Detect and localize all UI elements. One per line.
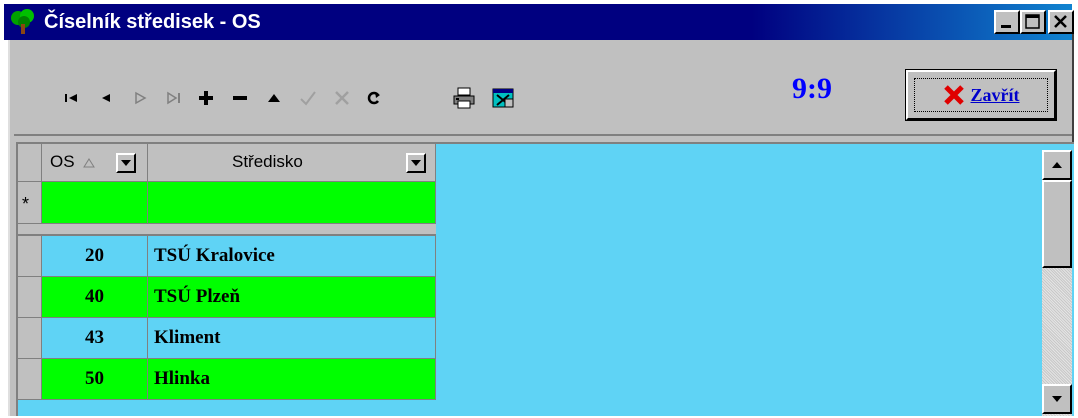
- os-cell[interactable]: 20: [42, 236, 148, 277]
- row-indicator[interactable]: [18, 318, 42, 359]
- maximize-button[interactable]: [1020, 10, 1046, 34]
- stredisko-cell[interactable]: Kliment: [148, 318, 436, 359]
- window-title: Číselník středisek - OS: [44, 11, 261, 33]
- refresh-button[interactable]: [360, 84, 388, 112]
- close-icon: [1054, 15, 1067, 28]
- stredisko-filter-dropdown[interactable]: [406, 153, 426, 173]
- new-row-os-cell[interactable]: [42, 182, 148, 224]
- cancel-icon: [335, 91, 349, 105]
- scroll-thumb[interactable]: [1042, 180, 1072, 268]
- first-record-button[interactable]: [58, 84, 86, 112]
- vertical-scrollbar[interactable]: [1042, 150, 1072, 416]
- chevron-down-icon: [121, 160, 131, 166]
- minimize-icon: [1001, 25, 1011, 28]
- minimize-button[interactable]: [994, 10, 1020, 34]
- column-header-os[interactable]: OS: [42, 144, 148, 182]
- column-header-stredisko[interactable]: Středisko: [148, 144, 436, 182]
- column-os-label: OS: [50, 152, 75, 171]
- export-icon: [492, 88, 514, 108]
- scroll-up-button[interactable]: [1042, 150, 1072, 180]
- os-cell[interactable]: 40: [42, 277, 148, 318]
- add-record-button[interactable]: [192, 84, 220, 112]
- cancel-button[interactable]: [328, 84, 356, 112]
- next-record-icon: [135, 91, 147, 105]
- sort-ascending-icon: [83, 158, 95, 168]
- arrow-up-icon: [1052, 162, 1062, 168]
- record-counter: 9:9: [792, 72, 832, 105]
- add-record-icon: [199, 91, 213, 105]
- previous-record-icon: [102, 94, 110, 102]
- confirm-button[interactable]: [294, 84, 322, 112]
- first-record-icon: [65, 94, 77, 102]
- arrow-down-icon: [1052, 396, 1062, 402]
- row-header-corner: [18, 144, 42, 182]
- edit-record-icon: [268, 94, 280, 102]
- last-record-button[interactable]: [160, 84, 188, 112]
- os-filter-dropdown[interactable]: [116, 153, 136, 173]
- last-record-icon: [167, 91, 180, 105]
- next-record-button[interactable]: [126, 84, 154, 112]
- confirm-icon: [300, 91, 316, 106]
- close-button-label: Zavřít: [970, 84, 1020, 105]
- close-window-button[interactable]: [1048, 10, 1074, 34]
- previous-record-button[interactable]: [92, 84, 120, 112]
- os-cell[interactable]: 50: [42, 359, 148, 400]
- toolbar: 9:9 Zavřít: [14, 44, 1072, 136]
- new-row-indicator[interactable]: *: [18, 182, 42, 224]
- print-icon: [453, 87, 475, 109]
- maximize-icon: [1025, 14, 1040, 29]
- close-button-focus: Zavřít: [914, 78, 1048, 112]
- edit-record-button[interactable]: [260, 84, 288, 112]
- stredisko-cell[interactable]: TSÚ Kralovice: [148, 236, 436, 277]
- row-indicator[interactable]: [18, 236, 42, 277]
- new-row-marker: *: [22, 194, 30, 214]
- row-separator: [18, 224, 436, 236]
- os-cell[interactable]: 43: [42, 318, 148, 359]
- refresh-icon: [367, 91, 380, 105]
- row-indicator[interactable]: [18, 359, 42, 400]
- export-button[interactable]: [490, 84, 518, 112]
- stredisko-cell[interactable]: TSÚ Plzeň: [148, 277, 436, 318]
- print-button[interactable]: [450, 84, 478, 112]
- column-stredisko-label: Středisko: [232, 152, 303, 171]
- delete-record-icon: [233, 96, 247, 100]
- tree-icon: [11, 9, 34, 34]
- red-x-icon: [943, 85, 964, 105]
- chevron-down-icon: [411, 160, 421, 166]
- stredisko-cell[interactable]: Hlinka: [148, 359, 436, 400]
- close-button[interactable]: Zavřít: [905, 69, 1057, 121]
- scroll-down-button[interactable]: [1042, 384, 1072, 414]
- new-row-stredisko-cell[interactable]: [148, 182, 436, 224]
- grid-area: OS Středisko * 20 TSÚ Kralovice 40 TSÚ P…: [16, 142, 1074, 416]
- delete-record-button[interactable]: [226, 84, 254, 112]
- title-bar[interactable]: Číselník středisek - OS: [4, 4, 1074, 40]
- row-indicator[interactable]: [18, 277, 42, 318]
